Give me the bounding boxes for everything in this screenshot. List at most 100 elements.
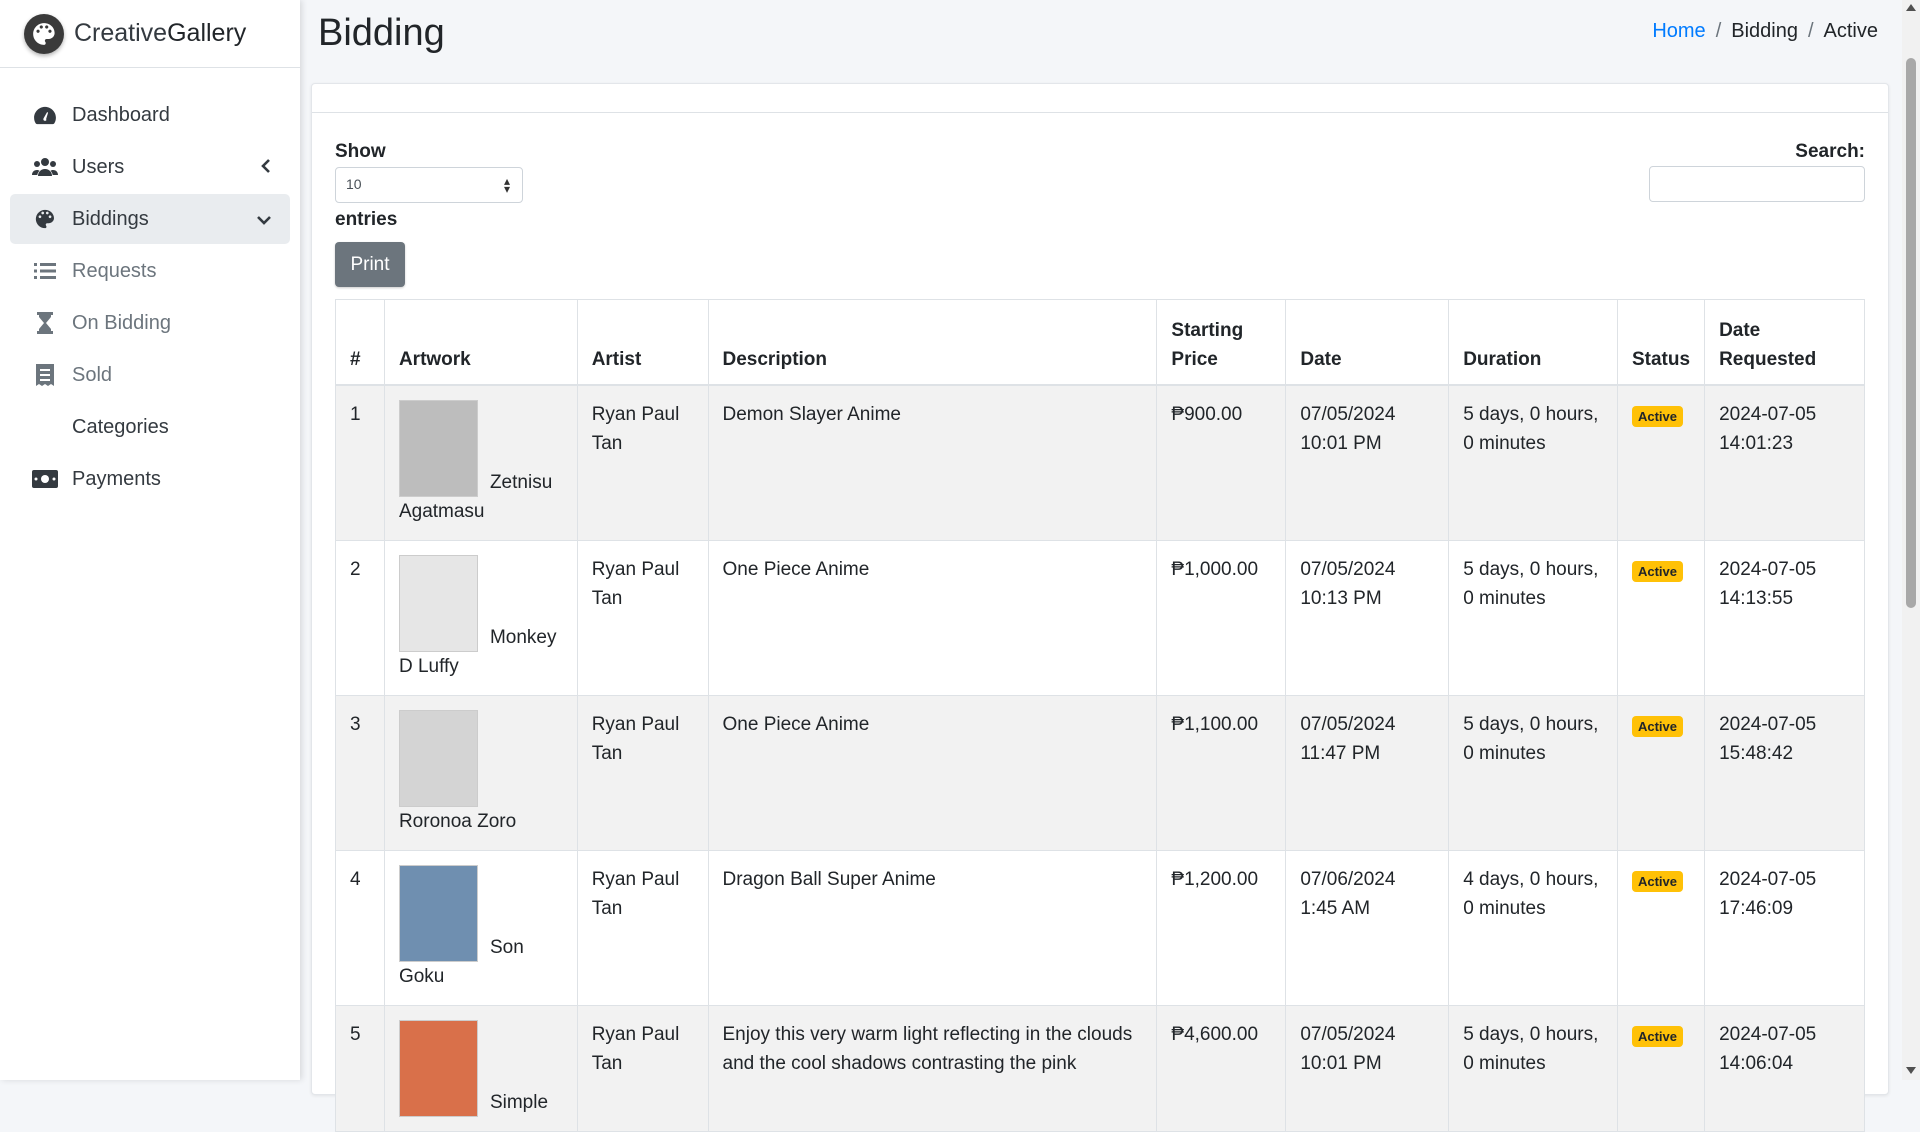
hourglass-icon xyxy=(32,312,58,334)
money-icon xyxy=(32,468,58,490)
cell-artwork[interactable]: Roronoa Zoro xyxy=(383,695,578,851)
cell-date: 07/05/2024 10:01 PM xyxy=(1285,1005,1450,1132)
breadcrumb-current: Active xyxy=(1823,20,1878,42)
col-header-artist[interactable]: Artist xyxy=(576,299,709,386)
cell-starting-price: ₱1,100.00 xyxy=(1156,695,1287,851)
cell-artwork[interactable]: Simple xyxy=(383,1005,578,1132)
col-header-date[interactable]: Date xyxy=(1285,299,1450,386)
cell-status: Active xyxy=(1616,1005,1706,1132)
brand-name: CreativeGallery xyxy=(74,19,246,48)
sidebar-item-biddings[interactable]: Biddings xyxy=(10,194,290,244)
cell-artwork[interactable]: Monkey D Luffy xyxy=(383,540,578,696)
breadcrumb-bidding: Bidding xyxy=(1731,20,1798,42)
cell-description: Dragon Ball Super Anime xyxy=(707,850,1158,1006)
col-header-artwork[interactable]: Artwork xyxy=(383,299,578,386)
cell-artist: Ryan Paul Tan xyxy=(576,540,709,696)
artwork-title: Simple xyxy=(489,1092,549,1113)
sidebar-item-categories[interactable]: Categories xyxy=(10,402,290,452)
cell-starting-price: ₱4,600.00 xyxy=(1156,1005,1287,1132)
col-header-description[interactable]: Description xyxy=(707,299,1158,386)
sidebar-item-on-bidding[interactable]: On Bidding xyxy=(10,298,290,348)
search-input[interactable] xyxy=(1649,166,1865,202)
cell-artist: Ryan Paul Tan xyxy=(576,850,709,1006)
breadcrumb-home-link[interactable]: Home xyxy=(1652,20,1705,43)
status-badge: Active xyxy=(1631,1026,1684,1047)
cell-status: Active xyxy=(1616,540,1706,696)
table-body: 1 Zetnisu Agatmasu Ryan Paul Tan Demon Slay… xyxy=(335,384,1865,1132)
col-header-status[interactable]: Status xyxy=(1616,299,1706,386)
cell-duration: 5 days, 0 hours, 0 minutes xyxy=(1448,695,1618,851)
table-row: 5 Simple Ryan Paul Tan Enjoy this very warm… xyxy=(335,1005,1865,1132)
chevron-left-icon xyxy=(260,157,272,180)
scroll-down-arrow-icon[interactable] xyxy=(1906,1067,1916,1074)
brand-name-bold: Gallery xyxy=(167,19,247,47)
cell-description: One Piece Anime xyxy=(707,540,1158,696)
cell-duration: 4 days, 0 hours, 0 minutes xyxy=(1448,850,1618,1006)
col-header-num[interactable]: # xyxy=(335,299,385,386)
sidebar-item-label: Payments xyxy=(72,467,161,490)
scroll-up-arrow-icon[interactable] xyxy=(1906,4,1916,11)
list-icon xyxy=(32,260,58,282)
sidebar-item-payments[interactable]: Payments xyxy=(10,454,290,504)
cell-status: Active xyxy=(1616,695,1706,851)
artwork-thumbnail[interactable] xyxy=(398,865,478,962)
select-arrows-icon: ▴ ▾ xyxy=(503,174,510,196)
col-header-starting-price[interactable]: Starting Price xyxy=(1156,299,1287,386)
sidebar-item-users[interactable]: Users xyxy=(10,142,290,192)
table-row: 4 Son Goku Ryan Paul Tan Dragon Ball Super … xyxy=(335,850,1865,1006)
artwork-title: Roronoa Zoro xyxy=(398,811,517,832)
artwork-thumbnail[interactable] xyxy=(398,555,478,652)
sidebar-item-requests[interactable]: Requests xyxy=(10,246,290,296)
sidebar-nav: Dashboard Users Biddings Requests On Bid… xyxy=(0,68,300,504)
cell-description: Demon Slayer Anime xyxy=(707,384,1158,541)
entries-select[interactable]: 10 ▴ ▾ xyxy=(335,167,523,203)
cell-artwork[interactable]: Son Goku xyxy=(383,850,578,1006)
cell-date-requested: 2024-07-05 15:48:42 xyxy=(1704,695,1865,851)
sidebar-item-label: On Bidding xyxy=(72,311,171,334)
sidebar-item-dashboard[interactable]: Dashboard xyxy=(10,90,290,140)
artwork-thumbnail[interactable] xyxy=(398,400,478,497)
chevron-down-icon xyxy=(256,209,272,232)
cell-num: 5 xyxy=(335,1005,385,1132)
scrollbar-thumb[interactable] xyxy=(1906,58,1916,608)
categories-icon-placeholder xyxy=(32,416,58,438)
palette-logo-icon xyxy=(24,13,64,54)
sidebar-item-label: Users xyxy=(72,155,125,178)
cell-num: 4 xyxy=(335,850,385,1006)
artwork-thumbnail[interactable] xyxy=(398,1020,478,1117)
cell-date: 07/06/2024 1:45 AM xyxy=(1285,850,1450,1006)
sidebar: CreativeGallery Dashboard Users Biddings xyxy=(0,0,300,1080)
brand[interactable]: CreativeGallery xyxy=(0,0,300,68)
cell-num: 1 xyxy=(335,384,385,541)
cell-date-requested: 2024-07-05 17:46:09 xyxy=(1704,850,1865,1006)
cell-duration: 5 days, 0 hours, 0 minutes xyxy=(1448,540,1618,696)
print-button[interactable]: Print xyxy=(335,242,405,287)
bidding-table: # Artwork Artist Description Starting Pr… xyxy=(335,299,1865,1132)
cell-artist: Ryan Paul Tan xyxy=(576,695,709,851)
cell-artist: Ryan Paul Tan xyxy=(576,1005,709,1132)
cell-num: 3 xyxy=(335,695,385,851)
page-scrollbar[interactable] xyxy=(1902,0,1920,1080)
cell-date-requested: 2024-07-05 14:06:04 xyxy=(1704,1005,1865,1132)
artwork-thumbnail[interactable] xyxy=(398,710,478,807)
sidebar-item-label: Sold xyxy=(72,363,113,386)
cell-date-requested: 2024-07-05 14:01:23 xyxy=(1704,384,1865,541)
table-row: 1 Zetnisu Agatmasu Ryan Paul Tan Demon Slay… xyxy=(335,384,1865,541)
cell-status: Active xyxy=(1616,384,1706,541)
cell-description: Enjoy this very warm light reflecting in… xyxy=(707,1005,1158,1132)
cell-artwork[interactable]: Zetnisu Agatmasu xyxy=(383,384,578,541)
col-header-duration[interactable]: Duration xyxy=(1448,299,1618,386)
sidebar-item-label: Dashboard xyxy=(72,103,170,126)
table-row: 3 Roronoa Zoro Ryan Paul Tan One Piece Anim… xyxy=(335,695,1865,851)
sidebar-item-label: Biddings xyxy=(72,207,149,230)
col-header-date-requested[interactable]: Date Requested xyxy=(1704,299,1865,386)
entries-select-value: 10 xyxy=(346,176,362,192)
cell-artist: Ryan Paul Tan xyxy=(576,384,709,541)
brand-name-part: Creative xyxy=(74,19,168,47)
status-badge: Active xyxy=(1631,561,1684,582)
sidebar-item-sold[interactable]: Sold xyxy=(10,350,290,400)
receipt-icon xyxy=(32,364,58,386)
breadcrumb-separator: / xyxy=(1715,20,1722,42)
cell-starting-price: ₱900.00 xyxy=(1156,384,1287,541)
card-header xyxy=(312,84,1888,113)
